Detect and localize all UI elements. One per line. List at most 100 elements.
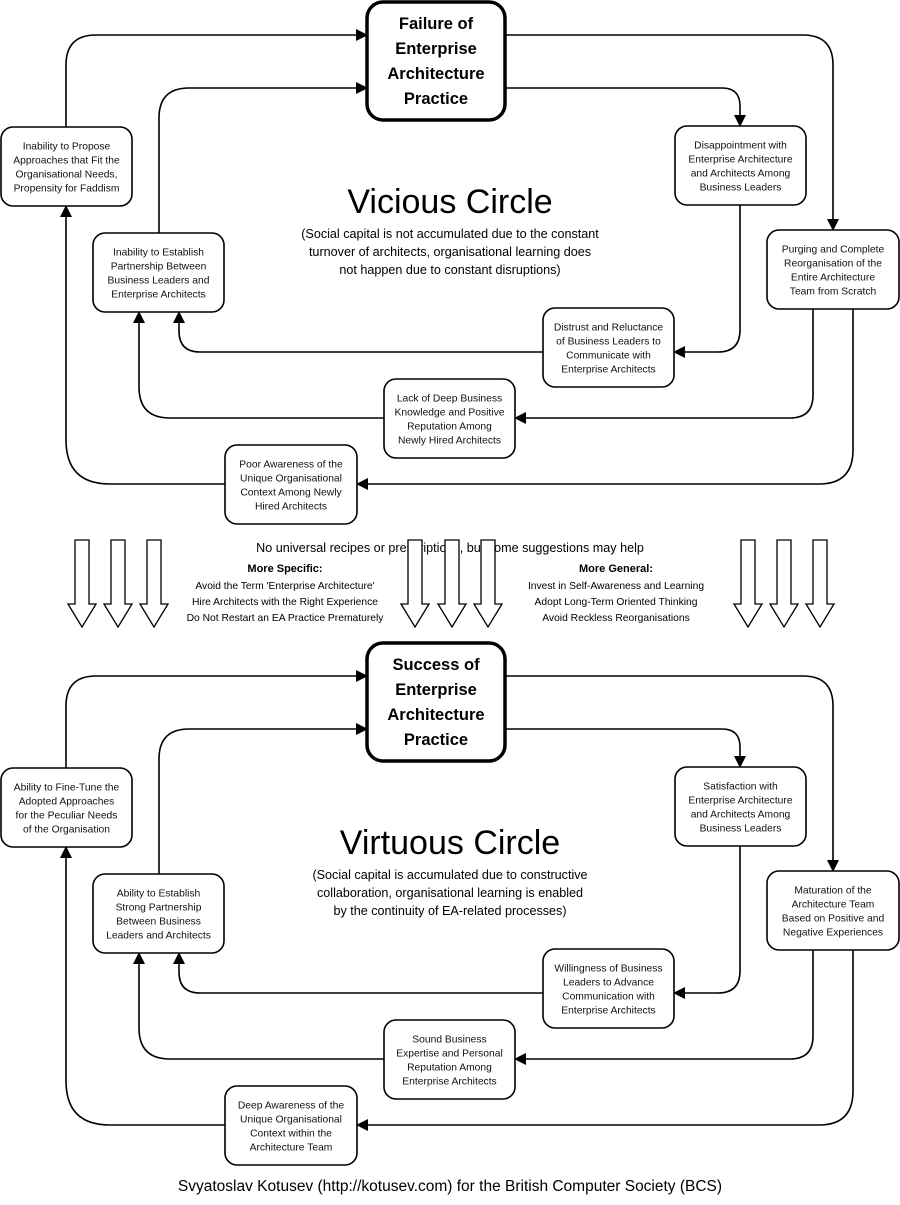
center-box-text: Enterprise	[395, 40, 477, 58]
virtuous-node-right2: Maturation of the Architecture Team Based …	[766, 870, 900, 951]
node-text: Between Business	[116, 917, 201, 928]
node-text: Communicate with	[566, 351, 651, 362]
node-text: Poor Awareness of the	[239, 460, 343, 471]
virtuous-node-right1: Satisfaction with Enterprise Architecture…	[674, 766, 807, 847]
hollow-down-arrow-icon	[804, 539, 836, 629]
node-text: Inability to Propose	[23, 142, 111, 153]
flow-arrow	[133, 952, 384, 1060]
vicious-center-box: Failure of Enterprise Architecture Practice	[365, 0, 507, 122]
general-suggestion: Adopt Long-Term Oriented Thinking	[535, 597, 698, 608]
virtuous-node-mid2: Sound Business Expertise and Personal Repu…	[383, 1019, 516, 1100]
node-text: Hired Architects	[255, 502, 327, 513]
virtuous-node-left2: Ability to Establish Strong Partnership Be…	[92, 873, 225, 954]
virtuous-subtitle: by the continuity of EA-related processe…	[333, 904, 566, 918]
node-text: Approaches that Fit the	[13, 156, 120, 167]
center-box-text: Failure of	[399, 15, 474, 33]
specific-suggestion: Hire Architects with the Right Experienc…	[192, 597, 378, 608]
node-text: Enterprise Architects	[561, 365, 655, 376]
node-text: Unique Organisational	[240, 474, 342, 485]
node-text: Ability to Establish	[117, 889, 201, 900]
node-text: Knowledge and Positive	[395, 408, 505, 419]
node-text: Organisational Needs,	[16, 170, 118, 181]
node-text: Partnership Between	[111, 262, 207, 273]
flow-arrow	[133, 311, 384, 419]
node-text: Business Leaders	[700, 824, 782, 835]
center-box-text: Architecture	[387, 65, 484, 83]
vicious-node-left1: Inability to Propose Approaches that Fit …	[0, 126, 133, 207]
flow-arrow	[505, 728, 746, 768]
node-text: Business Leaders	[700, 183, 782, 194]
node-text: Reputation Among	[407, 1063, 492, 1074]
virtuous-node-mid1: Willingness of Business Leaders to Advanc…	[542, 948, 675, 1029]
vicious-subtitle: (Social capital is not accumulated due t…	[301, 227, 599, 241]
node-text: Unique Organisational	[240, 1115, 342, 1126]
general-suggestion: Avoid Reckless Reorganisations	[542, 613, 689, 624]
node-text: Enterprise Architecture	[688, 155, 792, 166]
hollow-down-arrow-icon	[102, 539, 134, 629]
node-text: Entire Architecture	[791, 273, 875, 284]
node-text: Based on Positive and	[782, 914, 885, 925]
center-box-text: Success of	[392, 656, 480, 674]
node-text: Ability to Fine-Tune the	[14, 783, 120, 794]
node-text: Negative Experiences	[783, 928, 883, 939]
flow-arrow	[673, 205, 741, 358]
flow-arrow	[158, 723, 368, 874]
node-text: Leaders to Advance	[563, 978, 654, 989]
node-text: Maturation of the	[794, 886, 872, 897]
center-box-text: Practice	[404, 731, 468, 749]
hollow-down-arrow-icon	[138, 539, 170, 629]
general-suggestion: Invest in Self-Awareness and Learning	[528, 581, 704, 592]
node-text: Satisfaction with	[703, 782, 778, 793]
flow-arrow	[673, 846, 741, 999]
vicious-node-right2: Purging and Complete Reorganisation of th…	[766, 229, 900, 310]
center-box-text: Enterprise	[395, 681, 477, 699]
node-text: Distrust and Reluctance	[554, 323, 664, 334]
footer-credit: Svyatoslav Kotusev (http://kotusev.com) …	[178, 1178, 722, 1195]
vicious-node-right1: Disappointment with Enterprise Architectu…	[674, 125, 807, 206]
flow-arrow	[173, 952, 543, 994]
specific-suggestion: Avoid the Term 'Enterprise Architecture'	[195, 581, 374, 592]
node-text: Willingness of Business	[554, 964, 662, 975]
node-text: Sound Business	[412, 1035, 486, 1046]
center-box-text: Architecture	[387, 706, 484, 724]
node-text: Business Leaders and	[108, 276, 210, 287]
vicious-title: Vicious Circle	[347, 183, 552, 221]
hollow-down-arrow-icon	[768, 539, 800, 629]
node-text: Leaders and Architects	[106, 931, 211, 942]
node-text: Communication with	[562, 992, 655, 1003]
node-text: Reorganisation of the	[784, 259, 882, 270]
node-text: Inability to Establish	[113, 248, 204, 259]
node-text: Newly Hired Architects	[398, 436, 501, 447]
node-text: Context Among Newly	[240, 488, 342, 499]
virtuous-node-left1: Ability to Fine-Tune the Adopted Approach…	[0, 767, 133, 848]
virtuous-subtitle: collaboration, organisational learning i…	[317, 886, 583, 900]
vicious-node-mid3: Poor Awareness of the Unique Organisation…	[224, 444, 358, 525]
virtuous-node-mid3: Deep Awareness of the Unique Organisation…	[224, 1085, 358, 1166]
flow-arrow	[173, 311, 543, 353]
flow-arrow	[505, 87, 746, 127]
node-text: Deep Awareness of the	[238, 1101, 345, 1112]
node-text: Enterprise Architects	[561, 1006, 655, 1017]
vicious-subtitle: turnover of architects, organisational l…	[309, 245, 591, 259]
virtuous-center-box: Success of Enterprise Architecture Practice	[365, 641, 507, 763]
node-text: and Architects Among	[691, 169, 791, 180]
node-text: Context within the	[250, 1129, 332, 1140]
node-text: of Business Leaders to	[556, 337, 661, 348]
transition-arrows	[66, 539, 836, 629]
node-text: Enterprise Architecture	[688, 796, 792, 807]
node-text: Strong Partnership	[116, 903, 202, 914]
ea-circles-diagram: Failure of Enterprise Architecture Practice…	[0, 0, 900, 1195]
hollow-down-arrow-icon	[66, 539, 98, 629]
more-general-title: More General:	[579, 563, 653, 575]
flow-arrow	[65, 670, 368, 768]
virtuous-circle-section: Success of Enterprise Architecture Practice…	[0, 641, 900, 1166]
node-text: Team from Scratch	[790, 287, 877, 298]
vicious-circle-section: Failure of Enterprise Architecture Practice…	[0, 0, 900, 525]
center-box-text: Practice	[404, 90, 468, 108]
more-specific-title: More Specific:	[247, 563, 322, 575]
vicious-node-mid1: Distrust and Reluctance of Business Leade…	[542, 307, 675, 388]
node-text: Purging and Complete	[782, 245, 885, 256]
node-text: Architecture Team	[250, 1143, 333, 1154]
vicious-node-mid2: Lack of Deep Business Knowledge and Posit…	[383, 378, 516, 459]
node-text: Disappointment with	[694, 141, 787, 152]
